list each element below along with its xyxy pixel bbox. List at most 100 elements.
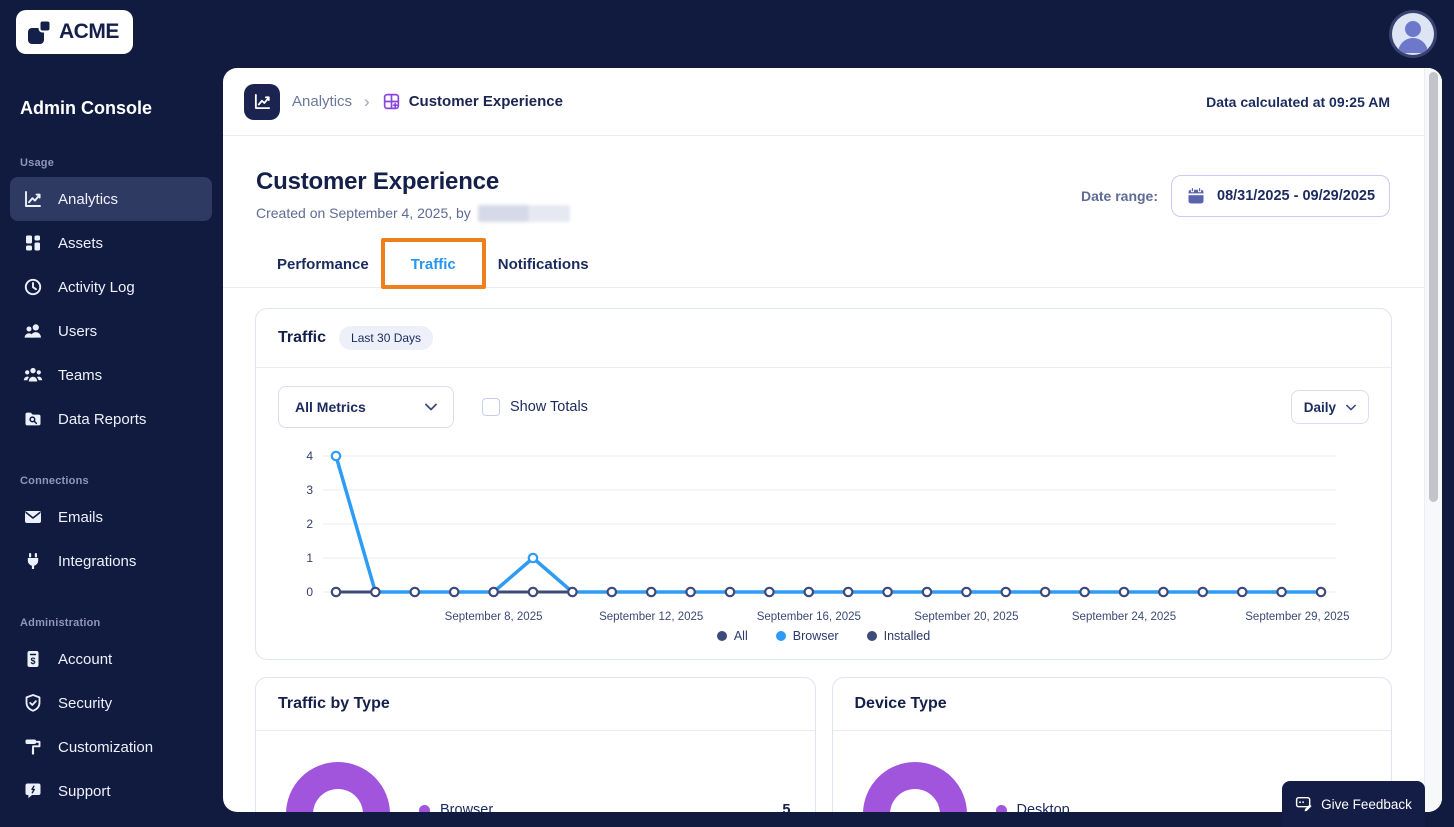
donut-chart bbox=[286, 762, 390, 812]
sidebar-item-integrations[interactable]: Integrations bbox=[10, 539, 212, 583]
billing-doc-icon: $ bbox=[23, 649, 43, 669]
metrics-dropdown[interactable]: All Metrics bbox=[278, 386, 454, 428]
person-icon bbox=[1398, 21, 1428, 53]
date-range-picker[interactable]: 08/31/2025 - 09/29/2025 bbox=[1171, 175, 1390, 217]
sidebar-item-activity-log[interactable]: Activity Log bbox=[10, 265, 212, 309]
give-feedback-button[interactable]: Give Feedback bbox=[1282, 781, 1425, 827]
date-range-group: Date range: 08/31/2025 - 09/29/2025 bbox=[1081, 175, 1390, 217]
nav-section-administration: Administration $ Account Security Custom… bbox=[10, 605, 212, 813]
shield-check-icon bbox=[23, 693, 43, 713]
sidebar-item-label: Security bbox=[58, 694, 113, 712]
traffic-card-title: Traffic bbox=[278, 329, 327, 346]
paint-roller-icon bbox=[23, 737, 43, 757]
sidebar-item-assets[interactable]: Assets bbox=[10, 221, 212, 265]
svg-text:September 29, 2025: September 29, 2025 bbox=[1245, 611, 1349, 623]
sidebar-item-label: Emails bbox=[58, 508, 104, 526]
support-chat-icon bbox=[23, 781, 43, 801]
user-avatar[interactable] bbox=[1392, 13, 1434, 55]
sidebar-item-analytics[interactable]: Analytics bbox=[10, 177, 212, 221]
sidebar-item-security[interactable]: Security bbox=[10, 681, 212, 725]
breadcrumb-current: Customer Experience bbox=[408, 93, 563, 110]
nav-section-label: Administration bbox=[20, 617, 101, 629]
svg-text:1: 1 bbox=[306, 551, 313, 565]
breadcrumb-analytics[interactable]: Analytics bbox=[292, 93, 352, 110]
feedback-pencil-icon bbox=[1295, 795, 1313, 813]
svg-text:0: 0 bbox=[306, 585, 313, 599]
chevron-down-icon bbox=[1346, 404, 1356, 410]
svg-text:September 24, 2025: September 24, 2025 bbox=[1072, 611, 1176, 623]
data-calculated-text: Data calculated at 09:25 AM bbox=[1206, 93, 1390, 110]
grid-blocks-icon bbox=[23, 233, 43, 253]
traffic-card-header: Traffic Last 30 Days bbox=[256, 309, 1391, 368]
legend-dot bbox=[866, 631, 877, 641]
sidebar-item-data-reports[interactable]: Data Reports bbox=[10, 397, 212, 441]
nav-section-usage: Usage Analytics Assets Activity Log User… bbox=[10, 145, 212, 441]
show-totals-checkbox[interactable] bbox=[482, 398, 500, 416]
created-line: Created on September 4, 2025, by bbox=[256, 205, 570, 222]
scrollbar-track[interactable] bbox=[1424, 68, 1442, 812]
show-totals-label: Show Totals bbox=[510, 399, 588, 415]
content-panel: Analytics › Customer Experience Data cal… bbox=[223, 68, 1442, 812]
svg-text:September 16, 2025: September 16, 2025 bbox=[757, 611, 861, 623]
tab-notifications[interactable]: Notifications bbox=[482, 246, 605, 287]
sidebar-item-label: Activity Log bbox=[58, 278, 135, 296]
sidebar-item-label: Data Reports bbox=[58, 410, 147, 428]
interval-dropdown[interactable]: Daily bbox=[1290, 390, 1369, 424]
plug-icon bbox=[23, 551, 43, 571]
sidebar-item-users[interactable]: Users bbox=[10, 309, 212, 353]
tab-bar: Performance Traffic Notifications bbox=[223, 222, 1424, 289]
legend-dot bbox=[419, 804, 430, 812]
folder-search-icon bbox=[23, 409, 43, 429]
date-range-value: 08/31/2025 - 09/29/2025 bbox=[1217, 188, 1375, 204]
show-totals-group[interactable]: Show Totals bbox=[482, 398, 588, 416]
sidebar-item-support[interactable]: Support bbox=[10, 769, 212, 813]
sidebar-item-label: Teams bbox=[58, 366, 103, 384]
redacted-author bbox=[477, 205, 570, 222]
acme-logo[interactable]: ACME bbox=[16, 10, 133, 54]
tab-performance[interactable]: Performance bbox=[261, 246, 385, 287]
sidebar-item-label: Account bbox=[58, 650, 113, 668]
sidebar-item-emails[interactable]: Emails bbox=[10, 495, 212, 539]
legend-item-all: All bbox=[716, 629, 748, 643]
nav-section-connections: Connections Emails Integrations bbox=[10, 463, 212, 583]
date-range-label: Date range: bbox=[1080, 188, 1158, 204]
svg-text:2: 2 bbox=[306, 517, 313, 531]
acme-logo-mark-icon bbox=[26, 19, 53, 46]
traffic-card: Traffic Last 30 Days All Metrics Show To… bbox=[255, 308, 1392, 660]
legend-dot bbox=[775, 631, 786, 641]
scrollbar-thumb[interactable] bbox=[1429, 72, 1438, 502]
card-title: Traffic by Type bbox=[278, 695, 390, 712]
card-title: Device Type bbox=[854, 695, 947, 712]
card-header: Device Type bbox=[832, 678, 1391, 731]
sidebar-nav: Usage Analytics Assets Activity Log User… bbox=[10, 145, 212, 813]
history-clock-icon bbox=[23, 277, 43, 297]
card-header: Traffic by Type bbox=[256, 678, 815, 731]
title-row: Customer Experience Created on September… bbox=[223, 136, 1424, 222]
users-icon bbox=[23, 321, 43, 341]
tab-traffic[interactable]: Traffic bbox=[380, 238, 486, 289]
nav-section-label: Connections bbox=[20, 475, 89, 487]
last-30-days-badge: Last 30 Days bbox=[339, 326, 434, 350]
analytics-tile-icon bbox=[244, 83, 280, 120]
dashboard-grid-icon bbox=[382, 92, 401, 111]
svg-text:3: 3 bbox=[306, 483, 313, 497]
nav-section-label: Usage bbox=[20, 157, 55, 169]
feedback-label: Give Feedback bbox=[1321, 796, 1412, 812]
traffic-by-type-card: Traffic by Type Browser 5 bbox=[255, 677, 816, 812]
chart-controls: All Metrics Show Totals Daily bbox=[256, 368, 1391, 432]
sidebar-item-label: Integrations bbox=[58, 552, 137, 570]
line-chart-icon bbox=[23, 189, 43, 209]
sidebar-item-label: Support bbox=[58, 782, 111, 800]
console-title: Admin Console bbox=[20, 98, 153, 118]
type-cards-row: Traffic by Type Browser 5 Device Type De… bbox=[255, 677, 1392, 812]
svg-text:September 12, 2025: September 12, 2025 bbox=[599, 611, 703, 623]
legend-value: 5 bbox=[782, 802, 791, 812]
sidebar-item-account[interactable]: $ Account bbox=[10, 637, 212, 681]
sidebar-item-customization[interactable]: Customization bbox=[10, 725, 212, 769]
donut-legend-row: Browser 5 bbox=[419, 802, 791, 812]
sidebar-item-teams[interactable]: Teams bbox=[10, 353, 212, 397]
legend-item-browser: Browser bbox=[775, 629, 839, 643]
chevron-right-icon: › bbox=[364, 91, 370, 111]
sidebar-item-label: Assets bbox=[58, 234, 104, 252]
teams-icon bbox=[23, 365, 43, 385]
